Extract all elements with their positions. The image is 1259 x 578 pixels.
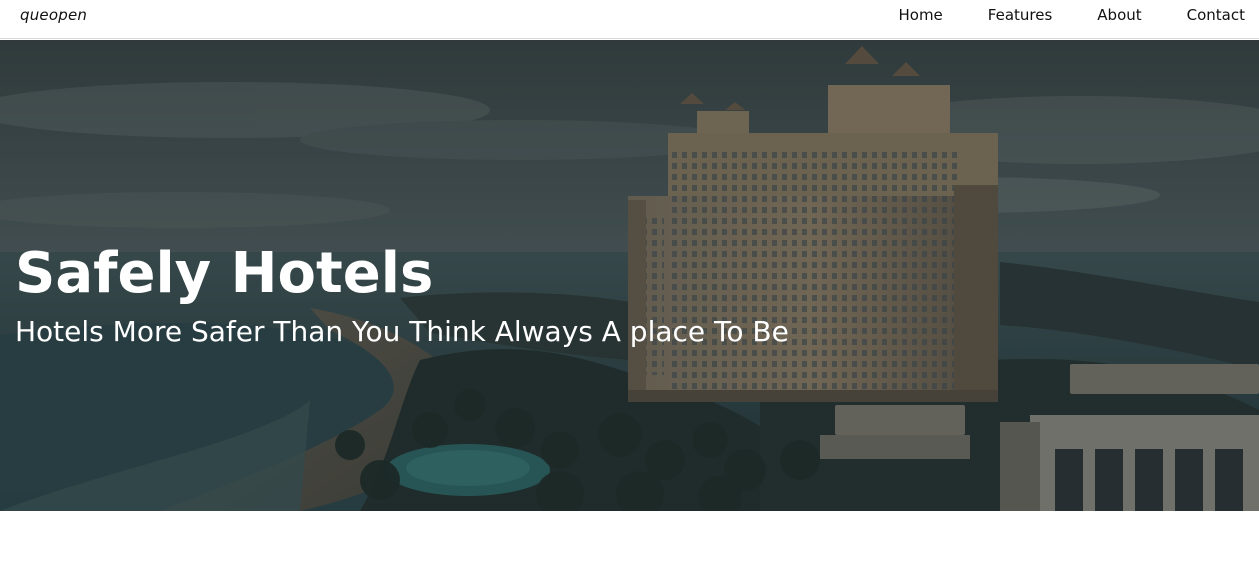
page-blank-area xyxy=(0,511,1259,578)
hero-subtitle: Hotels More Safer Than You Think Always … xyxy=(15,315,789,348)
nav-link-about[interactable]: About xyxy=(1097,6,1141,24)
nav-link-features[interactable]: Features xyxy=(988,6,1053,24)
nav-link-contact[interactable]: Contact xyxy=(1187,6,1245,24)
nav-link-home[interactable]: Home xyxy=(898,6,942,24)
brand-logo-text[interactable]: queopen xyxy=(20,6,87,24)
main-navigation-links: Home Features About Contact xyxy=(853,6,1245,24)
top-navigation-bar: queopen Home Features About Contact xyxy=(0,0,1259,39)
hero-banner: Safely Hotels Hotels More Safer Than You… xyxy=(0,40,1259,511)
hero-title: Safely Hotels xyxy=(15,241,434,306)
